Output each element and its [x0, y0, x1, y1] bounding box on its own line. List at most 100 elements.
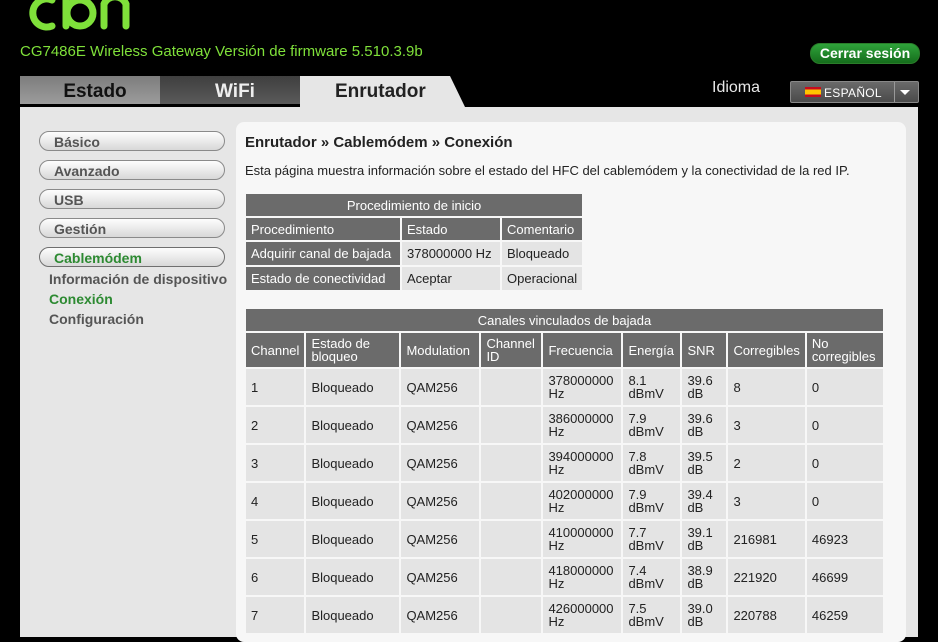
startup-procedure-table: Procedimiento de inicio Procedimiento Es… [244, 192, 584, 292]
tab-enrutador[interactable]: Enrutador [300, 76, 465, 107]
table-row: 4 Bloqueado QAM256 402000000 Hz 7.9 dBmV 39.4… [246, 483, 883, 519]
chevron-down-icon[interactable] [900, 90, 910, 95]
table-cell: 221920 [728, 559, 805, 595]
table-cell: 8.1 dBmV [623, 369, 681, 405]
subitem-configuracion[interactable]: Configuración [49, 311, 144, 327]
table-cell: 386000000 Hz [543, 407, 622, 443]
tab-estado[interactable]: Estado [20, 76, 170, 104]
table-cell: 39.5 dB [682, 445, 727, 481]
tab-wifi[interactable]: WiFi [160, 76, 310, 104]
language-value: ESPAÑOL [824, 86, 882, 100]
column-header: Modulation [401, 333, 480, 367]
table-cell: 7.5 dBmV [623, 597, 681, 633]
table-cell: 0 [806, 445, 883, 481]
table-cell: 7.8 dBmV [623, 445, 681, 481]
table-cell: QAM256 [401, 521, 480, 557]
table-row: 2 Bloqueado QAM256 386000000 Hz 7.9 dBmV 39.6… [246, 407, 883, 443]
table-cell: Bloqueado [306, 597, 400, 633]
table-row: 1 Bloqueado QAM256 378000000 Hz 8.1 dBmV 39.6… [246, 369, 883, 405]
spain-flag-icon [805, 87, 821, 97]
table-cell: 38.9 dB [682, 559, 727, 595]
table-cell: 402000000 Hz [543, 483, 622, 519]
table-cell: 378000000 Hz [402, 242, 500, 265]
table-cell: 394000000 Hz [543, 445, 622, 481]
table-cell: 5 [246, 521, 305, 557]
table-cell: 3 [728, 483, 805, 519]
column-header: Energía [623, 333, 681, 367]
table-cell: 2 [246, 407, 305, 443]
table-cell: Bloqueado [306, 407, 400, 443]
table-cell: QAM256 [401, 483, 480, 519]
column-header: Channel [246, 333, 305, 367]
table-cell: Bloqueado [306, 445, 400, 481]
table-cell: 39.0 dB [682, 597, 727, 633]
table-cell: Estado de conectividad [246, 267, 400, 290]
table-cell: 216981 [728, 521, 805, 557]
column-header: Comentario [502, 218, 583, 240]
subitem-informacion-dispositivo[interactable]: Información de dispositivo [49, 271, 227, 287]
sidebar-item-gestion[interactable]: Gestión [39, 218, 225, 238]
sidebar-item-usb[interactable]: USB [39, 189, 225, 209]
table-cell: 7 [246, 597, 305, 633]
table-cell: 410000000 Hz [543, 521, 622, 557]
table-cell: 1 [246, 369, 305, 405]
table-row: 6 Bloqueado QAM256 418000000 Hz 7.4 dBmV 38.9… [246, 559, 883, 595]
table-cell: Bloqueado [306, 369, 400, 405]
table-cell: 39.6 dB [682, 369, 727, 405]
table-cell: Bloqueado [306, 521, 400, 557]
table-cell: 378000000 Hz [543, 369, 622, 405]
table-cell: Bloqueado [306, 483, 400, 519]
downstream-channels-table: Canales vinculados de bajada Channel Est… [244, 307, 885, 635]
table-cell: Aceptar [402, 267, 500, 290]
table-cell [481, 483, 542, 519]
table-cell: QAM256 [401, 407, 480, 443]
table-cell: 3 [246, 445, 305, 481]
table-cell: 7.4 dBmV [623, 559, 681, 595]
table-cell: Bloqueado [306, 559, 400, 595]
table-row: 3 Bloqueado QAM256 394000000 Hz 7.8 dBmV 39.5… [246, 445, 883, 481]
sidebar-item-basico[interactable]: Básico [39, 131, 225, 151]
table-cell [481, 597, 542, 633]
column-header: Estado de bloqueo [306, 333, 400, 367]
logout-button[interactable]: Cerrar sesión [810, 43, 920, 64]
sidebar-item-cablemodem[interactable]: Cablemódem [39, 247, 225, 267]
table-cell: 6 [246, 559, 305, 595]
table-cell [481, 407, 542, 443]
table-cell: 0 [806, 483, 883, 519]
column-header: Procedimiento [246, 218, 400, 240]
table-cell: 2 [728, 445, 805, 481]
downstream-table-title: Canales vinculados de bajada [246, 309, 883, 331]
language-select[interactable]: ESPAÑOL [790, 81, 919, 103]
table-cell: QAM256 [401, 445, 480, 481]
table-cell: QAM256 [401, 369, 480, 405]
table-cell: 0 [806, 369, 883, 405]
table-cell: 418000000 Hz [543, 559, 622, 595]
column-header: No corregibles [806, 333, 883, 367]
table-cell: 0 [806, 407, 883, 443]
table-cell: Bloqueado [502, 242, 583, 265]
subitem-conexion[interactable]: Conexión [49, 291, 113, 307]
language-label: Idioma [712, 79, 761, 96]
table-row: 7 Bloqueado QAM256 426000000 Hz 7.5 dBmV 39.0… [246, 597, 883, 633]
table-cell: Adquirir canal de bajada [246, 242, 400, 265]
column-header: Estado [402, 218, 500, 240]
model-firmware-line: CG7486E Wireless Gateway Versión de firm… [20, 43, 423, 60]
sidebar-item-avanzado[interactable]: Avanzado [39, 160, 225, 180]
column-header: Corregibles [728, 333, 805, 367]
table-cell: 39.6 dB [682, 407, 727, 443]
table-cell [481, 559, 542, 595]
table-cell: 426000000 Hz [543, 597, 622, 633]
breadcrumb: Enrutador » Cablemódem » Conexión [245, 134, 513, 151]
table-cell: 46259 [806, 597, 883, 633]
column-header: Frecuencia [543, 333, 622, 367]
table-cell: 39.1 dB [682, 521, 727, 557]
column-header: SNR [682, 333, 727, 367]
table-cell: QAM256 [401, 597, 480, 633]
table-cell [481, 369, 542, 405]
table-cell: 46923 [806, 521, 883, 557]
table-cell [481, 521, 542, 557]
table-cell: QAM256 [401, 559, 480, 595]
table-cell: 7.9 dBmV [623, 483, 681, 519]
startup-table-title: Procedimiento de inicio [246, 194, 583, 216]
table-cell: 220788 [728, 597, 805, 633]
